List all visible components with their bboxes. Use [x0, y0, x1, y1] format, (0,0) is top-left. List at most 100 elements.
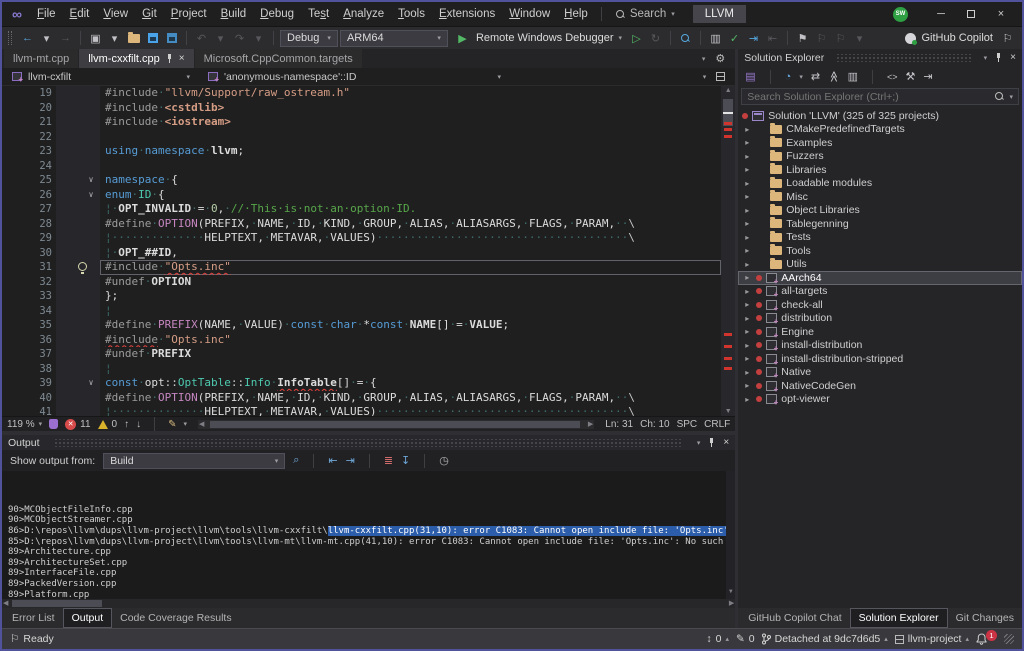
solution-explorer-toolbar-icon[interactable]: ▥ — [707, 29, 724, 47]
tree-item-tablegenning[interactable]: ▸Tablegenning — [738, 217, 1022, 231]
tree-item-native[interactable]: ▸Native — [738, 366, 1022, 380]
code-line[interactable]: 40#define·OPTION(PREFIX,·NAME,·ID,·KIND,… — [2, 391, 721, 406]
editor-horizontal-scrollbar[interactable]: ◀ ▶ — [198, 420, 594, 429]
expand-arrow-icon[interactable]: ▸ — [742, 287, 752, 296]
expand-arrow-icon[interactable]: ▸ — [742, 381, 752, 390]
tree-item-misc[interactable]: ▸Misc — [738, 190, 1022, 204]
expand-arrow-icon[interactable]: ▸ — [742, 219, 752, 228]
expand-arrow-icon[interactable]: ▸ — [742, 327, 752, 336]
code-line[interactable]: 35#define·PREFIX(NAME,·VALUE)·const·char… — [2, 318, 721, 333]
eol-indicator[interactable]: CRLF — [704, 419, 730, 430]
tree-item-check-all[interactable]: ▸check-all — [738, 298, 1022, 312]
tree-item-install-distribution-stripped[interactable]: ▸install-distribution-stripped — [738, 352, 1022, 366]
tool-tab-code-coverage-results[interactable]: Code Coverage Results — [112, 608, 239, 628]
menu-help[interactable]: Help — [557, 6, 595, 22]
scroll-down-icon[interactable]: ▼ — [726, 587, 735, 598]
pin-icon[interactable] — [995, 53, 1002, 62]
fold-arrow-icon[interactable]: ∨ — [85, 376, 97, 391]
expand-arrow-icon[interactable]: ▸ — [742, 260, 752, 269]
tree-item-utils[interactable]: ▸Utils — [738, 258, 1022, 272]
scroll-left-icon[interactable]: ◀ — [199, 420, 204, 428]
code-line[interactable]: 33}; — [2, 289, 721, 304]
close-button[interactable]: × — [986, 4, 1016, 24]
tool-tab-git-changes[interactable]: Git Changes — [948, 608, 1022, 628]
next-bookmark-icon[interactable]: ⚐ — [832, 29, 849, 47]
expand-arrow-icon[interactable]: ▸ — [742, 152, 752, 161]
menu-analyze[interactable]: Analyze — [336, 6, 391, 22]
tree-item-all-targets[interactable]: ▸all-targets — [738, 285, 1022, 299]
pin-icon[interactable] — [708, 438, 715, 447]
maximize-button[interactable] — [956, 4, 986, 24]
switch-views-icon[interactable]: ▤ — [745, 70, 755, 83]
open-folder-icon[interactable] — [125, 29, 142, 47]
collapse-all-icon[interactable]: ≪ — [827, 71, 840, 83]
navigate-back-icon[interactable]: ← — [19, 29, 36, 47]
filter-dropdown[interactable]: ▾ — [799, 73, 803, 81]
code-line[interactable]: 36#include·"Opts.inc" — [2, 333, 721, 348]
git-branch-button[interactable]: Detached at 9dc7d6d5 ▴ — [762, 633, 888, 645]
document-tab[interactable]: Microsoft.CppCommon.targets — [195, 49, 362, 68]
solution-search-input[interactable] — [742, 91, 990, 103]
document-options-gear-icon[interactable]: ⚙ — [715, 52, 725, 65]
toolbar-grip[interactable] — [8, 31, 12, 45]
expand-arrow-icon[interactable]: ▸ — [742, 341, 752, 350]
tree-item-engine[interactable]: ▸Engine — [738, 325, 1022, 339]
wrap-left-icon[interactable]: ⇤ — [328, 454, 337, 467]
error-count[interactable]: ✕ 11 — [65, 419, 90, 430]
window-position-dropdown[interactable]: ▾ — [697, 439, 701, 447]
new-project-icon[interactable]: ▣ — [87, 29, 104, 47]
commits-sync-button[interactable]: ↕ 0 ▴ — [706, 633, 729, 645]
code-line[interactable]: 23using·namespace·llvm; — [2, 144, 721, 159]
expand-arrow-icon[interactable]: ▸ — [742, 165, 752, 174]
solution-configuration-select[interactable]: Debug▾ — [280, 30, 338, 47]
tool-tab-github-copilot-chat[interactable]: GitHub Copilot Chat — [740, 608, 849, 628]
wrench-icon[interactable]: ⚒ — [906, 70, 916, 83]
output-vertical-scrollbar[interactable]: ▼ — [726, 471, 735, 599]
project-scope-select[interactable]: llvm-cxfilt ▾ — [6, 69, 196, 84]
panel-drag-texture[interactable] — [54, 439, 683, 447]
expand-arrow-icon[interactable]: ▸ — [742, 300, 752, 309]
tool-tab-error-list[interactable]: Error List — [4, 608, 63, 628]
code-line[interactable]: 37#undef·PREFIX — [2, 347, 721, 362]
code-area[interactable]: 19#include·"llvm/Support/raw_ostream.h" 2… — [2, 86, 721, 416]
expand-arrow-icon[interactable]: ▸ — [742, 138, 752, 147]
expand-arrow-icon[interactable]: ▸ — [742, 233, 752, 242]
output-source-select[interactable]: Build▾ — [103, 453, 285, 469]
feedback-flag-icon[interactable]: ⚐ — [10, 633, 19, 645]
code-line[interactable]: 27¦·OPT_INVALID·=·0,·//·This·is·not·an·o… — [2, 202, 721, 217]
code-line[interactable]: 19#include·"llvm/Support/raw_ostream.h" — [2, 86, 721, 101]
code-line[interactable]: 21#include·<iostream> — [2, 115, 721, 130]
scroll-right-icon[interactable]: ▶ — [588, 420, 593, 428]
document-health-icon[interactable] — [49, 419, 58, 429]
sync-with-active-document-icon[interactable]: ⇄ — [811, 70, 820, 83]
member-dropdown[interactable]: ▾ — [703, 73, 707, 81]
zoom-select[interactable]: 119 %▾ — [7, 419, 42, 430]
tree-item-nativecodegen[interactable]: ▸NativeCodeGen — [738, 379, 1022, 393]
document-tab[interactable]: llvm-cxxfilt.cpp× — [79, 49, 193, 68]
scroll-down-icon[interactable]: ▼ — [721, 408, 735, 415]
expand-arrow-icon[interactable]: ▸ — [742, 192, 752, 201]
expand-arrow-icon[interactable]: ▸ — [742, 395, 752, 404]
find-message-icon[interactable]: ⌕ — [293, 454, 299, 467]
save-all-icon[interactable] — [163, 29, 180, 47]
menu-tools[interactable]: Tools — [391, 6, 432, 22]
solution-search-box[interactable]: ▾ — [741, 88, 1019, 105]
find-in-files-icon[interactable] — [677, 29, 694, 47]
tree-item-fuzzers[interactable]: ▸Fuzzers — [738, 150, 1022, 164]
window-position-dropdown[interactable]: ▾ — [984, 54, 988, 62]
output-title-bar[interactable]: Output ▾ × — [2, 435, 735, 450]
solution-explorer-title-bar[interactable]: Solution Explorer ▾ × — [738, 49, 1022, 66]
bookmark-dropdown[interactable]: ▾ — [851, 29, 868, 47]
tree-item-loadable-modules[interactable]: ▸Loadable modules — [738, 177, 1022, 191]
menu-edit[interactable]: Edit — [63, 6, 97, 22]
lightbulb-icon[interactable] — [78, 262, 87, 271]
code-line[interactable]: 22 — [2, 130, 721, 145]
close-tab-icon[interactable]: × — [179, 53, 185, 64]
code-line[interactable]: 38¦ — [2, 362, 721, 377]
tab-list-dropdown[interactable]: ▾ — [702, 55, 706, 63]
code-line[interactable]: 24 — [2, 159, 721, 174]
code-line[interactable]: 31#include·"Opts.inc" — [2, 260, 721, 275]
pending-changes-filter-icon[interactable]: ◔ — [785, 71, 792, 83]
undo-icon[interactable]: ↶ — [193, 29, 210, 47]
navigate-forward-icon[interactable]: → — [57, 29, 74, 47]
